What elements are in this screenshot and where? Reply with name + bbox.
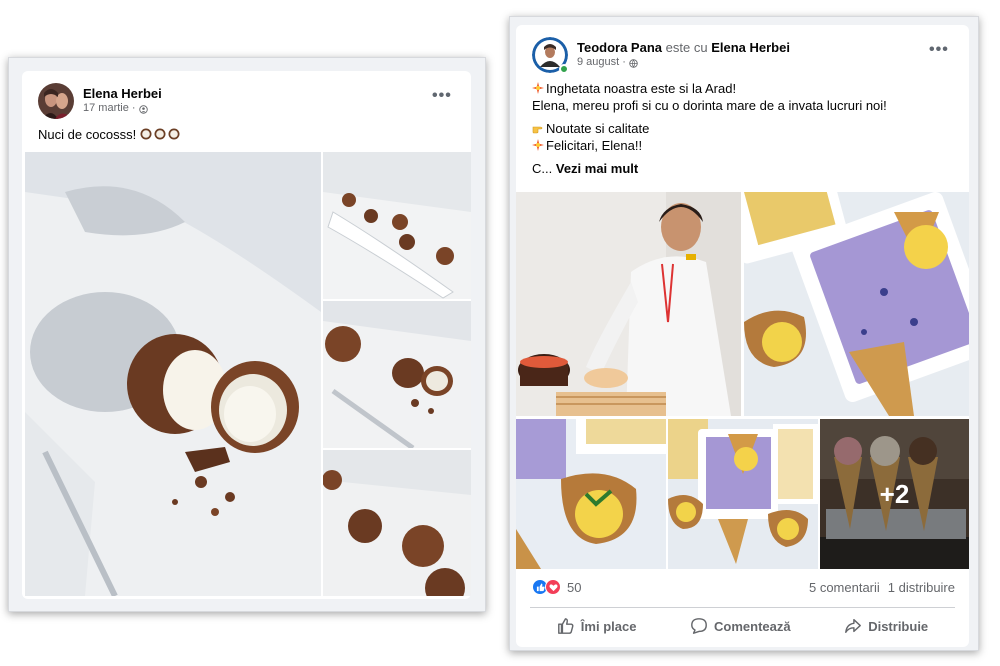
post-line-1: Inghetata noastra este si la Arad!: [546, 81, 737, 96]
tagged-name[interactable]: Elena Herbei: [711, 40, 790, 55]
comment-button[interactable]: Comentează: [680, 611, 801, 641]
more-photos-count[interactable]: +2: [820, 419, 969, 569]
sparkle-emoji: [532, 139, 544, 151]
post-image-3[interactable]: [323, 301, 471, 448]
post-image-chef[interactable]: [516, 192, 741, 416]
avatar[interactable]: [38, 83, 74, 119]
comment-label: Comentează: [714, 618, 791, 634]
more-options-button[interactable]: •••: [432, 87, 452, 105]
post-date[interactable]: 17 martie: [83, 102, 129, 116]
post-line-2: Elena, mereu profi si cu o dorinta mare …: [532, 98, 887, 113]
post-header: Elena Herbei 17 martie ·: [38, 83, 162, 119]
comment-icon: [691, 618, 707, 634]
post-actions: Îmi place Comentează Distribuie: [530, 611, 955, 641]
post-header: Teodora Pana este cu Elena Herbei 9 augu…: [532, 37, 790, 74]
reactions-summary[interactable]: 50: [532, 579, 581, 595]
post-image-icecream-3[interactable]: [668, 419, 818, 569]
coconut-emoji: [140, 127, 182, 142]
post-image-icecream-1[interactable]: [744, 192, 969, 416]
post-image-main[interactable]: [25, 152, 321, 596]
reaction-count: 50: [567, 579, 582, 595]
share-button[interactable]: Distribuie: [834, 611, 938, 641]
globe-icon: [629, 58, 638, 68]
truncated-text: C...: [532, 161, 553, 176]
online-status-dot: [559, 64, 569, 74]
like-button[interactable]: Îmi place: [547, 611, 647, 641]
author-name[interactable]: Teodora Pana: [577, 40, 662, 55]
avatar[interactable]: [532, 37, 569, 74]
post-text: Nuci de cocosss!: [38, 126, 182, 143]
with-label: este cu: [665, 40, 708, 55]
like-label: Îmi place: [580, 618, 637, 634]
post-card-1: Elena Herbei 17 martie · ••• Nuci de coc…: [22, 71, 471, 599]
author-name[interactable]: Elena Herbei: [83, 86, 162, 102]
post-line-3: Noutate si calitate: [546, 121, 650, 136]
pointing-hand-emoji: [532, 126, 543, 134]
friends-icon: [138, 104, 148, 114]
comment-count[interactable]: 5 comentarii: [809, 580, 880, 595]
post-body: Nuci de cocosss!: [38, 127, 137, 142]
divider: [530, 607, 955, 608]
more-options-button[interactable]: •••: [929, 41, 949, 59]
share-count[interactable]: 1 distribuire: [888, 580, 955, 595]
engagement-counts: 5 comentarii 1 distribuire: [809, 580, 955, 595]
post-image-icecream-cones[interactable]: +2: [820, 419, 969, 569]
thumbs-up-icon: [557, 618, 574, 634]
post-image-icecream-2[interactable]: [516, 419, 666, 569]
post-card-2: Teodora Pana este cu Elena Herbei 9 augu…: [516, 25, 969, 647]
share-label: Distribuie: [868, 618, 929, 634]
post-line-4: Felicitari, Elena!!: [546, 138, 643, 153]
post-date[interactable]: 9 august: [577, 56, 619, 70]
love-reaction-icon: [545, 579, 561, 595]
post-image-4[interactable]: [323, 450, 471, 596]
sparkle-emoji: [532, 82, 544, 94]
post-text: Inghetata noastra este si la Arad! Elena…: [532, 80, 887, 177]
share-icon: [845, 618, 862, 634]
post-image-2[interactable]: [323, 152, 471, 299]
see-more-link[interactable]: Vezi mai mult: [556, 161, 638, 176]
